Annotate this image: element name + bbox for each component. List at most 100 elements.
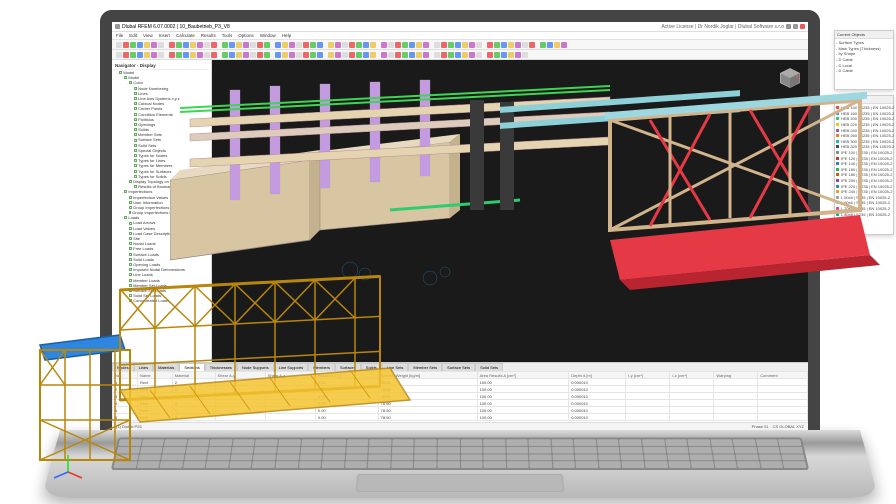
toolbar-button[interactable] [204, 42, 210, 48]
material-row[interactable]: IPE 100 | S235 | EN 10025-2 [836, 150, 892, 156]
toolbar-button[interactable] [116, 42, 122, 48]
toolbar-button[interactable] [282, 42, 288, 48]
toolbar-button[interactable] [508, 52, 514, 58]
toolbar-button[interactable] [448, 42, 454, 48]
toolbar-button[interactable] [349, 42, 355, 48]
column-header[interactable]: Specific Weight [kg/m] [378, 372, 477, 379]
column-header[interactable]: Material [172, 372, 215, 379]
column-header[interactable]: Comment [758, 372, 808, 379]
material-row[interactable]: IPE 120 | S235 | EN 10025-2 [836, 155, 892, 161]
toolbar-button[interactable] [183, 52, 189, 58]
toolbar-button[interactable] [158, 52, 164, 58]
table-row[interactable]: 2Rect10.0078.50100.000.000010 [113, 386, 808, 393]
toolbar-button[interactable] [123, 42, 129, 48]
table-tab[interactable]: Sections [179, 363, 204, 371]
table-row[interactable]: 5Rect10.0078.50100.000.000010 [113, 407, 808, 414]
3d-viewport[interactable] [212, 60, 808, 362]
toolbar-button[interactable] [243, 42, 249, 48]
table-tab[interactable]: Lines [134, 363, 154, 371]
minimize-icon[interactable] [786, 24, 791, 29]
panel-current-object[interactable]: Current Objects - Surface Types- Main Ty… [834, 30, 894, 90]
toolbar-button[interactable] [229, 42, 235, 48]
toolbar-button[interactable] [229, 52, 235, 58]
table-tab[interactable]: Member Sets [408, 363, 442, 371]
toolbar-button[interactable] [282, 52, 288, 58]
toolbar-button[interactable] [289, 52, 295, 58]
panel-row[interactable]: - D Cable [836, 68, 892, 74]
table-tab[interactable]: Surface Sets [442, 363, 475, 371]
toolbar-button[interactable] [169, 42, 175, 48]
toolbar-button[interactable] [130, 42, 136, 48]
column-header[interactable]: Shear A-y [215, 372, 265, 379]
toolbar-button[interactable] [441, 52, 447, 58]
toolbar-button[interactable] [434, 52, 440, 58]
material-row[interactable]: L 80x8 | S235 | EN 10025-2 [836, 211, 892, 217]
toolbar-button[interactable] [328, 42, 334, 48]
toolbar-button[interactable] [455, 42, 461, 48]
maximize-icon[interactable] [793, 24, 798, 29]
toolbar-button[interactable] [547, 42, 553, 48]
column-header[interactable]: Name [137, 372, 172, 379]
material-row[interactable]: L 70x7 | S235 | EN 10025-2 [836, 206, 892, 212]
toolbar-button[interactable] [335, 52, 341, 58]
material-row[interactable]: HEB 300 | S235 | EN 10025-2 [836, 139, 892, 145]
toolbar-button[interactable] [462, 52, 468, 58]
column-header[interactable]: No. [113, 372, 138, 379]
toolbar-button[interactable] [381, 42, 387, 48]
toolbar-button[interactable] [169, 52, 175, 58]
table-row[interactable]: 6Rect30.0078.50100.000.000010 [113, 414, 808, 421]
table-tab[interactable]: Members [308, 363, 335, 371]
toolbar-button[interactable] [423, 42, 429, 48]
toolbar-button[interactable] [144, 52, 150, 58]
table-row[interactable]: 1Rect20.0078.50100.000.000010 [113, 379, 808, 386]
toolbar-button[interactable] [515, 52, 521, 58]
toolbar-button[interactable] [388, 42, 394, 48]
table-row[interactable]: 3Rect10.0078.50100.000.000010 [113, 393, 808, 400]
toolbar-button[interactable] [335, 42, 341, 48]
menu-calculate[interactable]: Calculate [176, 33, 195, 38]
column-header[interactable]: Shear A-z [265, 372, 315, 379]
material-row[interactable]: IPE 180 | S235 | EN 10025-2 [836, 172, 892, 178]
table-row[interactable]: 4Rect20.0078.50100.000.000010 [113, 400, 808, 407]
toolbar-button[interactable] [158, 42, 164, 48]
toolbar-button[interactable] [222, 52, 228, 58]
toolbar-button[interactable] [183, 42, 189, 48]
toolbar-button[interactable] [257, 52, 263, 58]
column-header[interactable]: Area Results A [cm²] [477, 372, 569, 379]
material-row[interactable]: IPE 220 | S235 | EN 10025-2 [836, 183, 892, 189]
toolbar-button[interactable] [176, 42, 182, 48]
toolbar-button[interactable] [151, 42, 157, 48]
navigator-tree[interactable]: -Model-Model-Color Node Numbering Lines … [114, 70, 209, 303]
toolbar-button[interactable] [356, 42, 362, 48]
table-tab[interactable]: Line Sets [382, 363, 409, 371]
toolbar-button[interactable] [310, 42, 316, 48]
toolbar-button[interactable] [409, 42, 415, 48]
menu-results[interactable]: Results [201, 33, 216, 38]
toolbar-button[interactable] [423, 52, 429, 58]
toolbar-button[interactable] [328, 52, 334, 58]
table-tab[interactable]: Surfaces [335, 363, 361, 371]
toolbar-button[interactable] [487, 42, 493, 48]
toolbar-button[interactable] [381, 52, 387, 58]
toolbar-button[interactable] [342, 52, 348, 58]
column-header[interactable]: Warping [714, 372, 758, 379]
toolbar-button[interactable] [476, 52, 482, 58]
table-tab[interactable]: Node Supports [237, 363, 274, 371]
material-row[interactable]: HEB 320 | S235 | EN 10025-2 [836, 144, 892, 150]
toolbar-button[interactable] [363, 52, 369, 58]
toolbar-button[interactable] [144, 42, 150, 48]
material-row[interactable]: HEB 260 | S235 | EN 10025-2 [836, 133, 892, 139]
toolbar-button[interactable] [522, 52, 528, 58]
material-row[interactable]: IPE 240 | S235 | EN 10025-2 [836, 189, 892, 195]
column-header[interactable]: I-y [cm⁴] [626, 372, 670, 379]
toolbar-button[interactable] [250, 42, 256, 48]
toolbar-button[interactable] [487, 52, 493, 58]
toolbar-button[interactable] [363, 42, 369, 48]
toolbar-button[interactable] [151, 52, 157, 58]
toolbar-button[interactable] [296, 52, 302, 58]
toolbar-button[interactable] [190, 42, 196, 48]
menu-help[interactable]: Help [282, 33, 291, 38]
toolbar-button[interactable] [211, 42, 217, 48]
toolbar-button[interactable] [409, 52, 415, 58]
toolbar-button[interactable] [264, 52, 270, 58]
